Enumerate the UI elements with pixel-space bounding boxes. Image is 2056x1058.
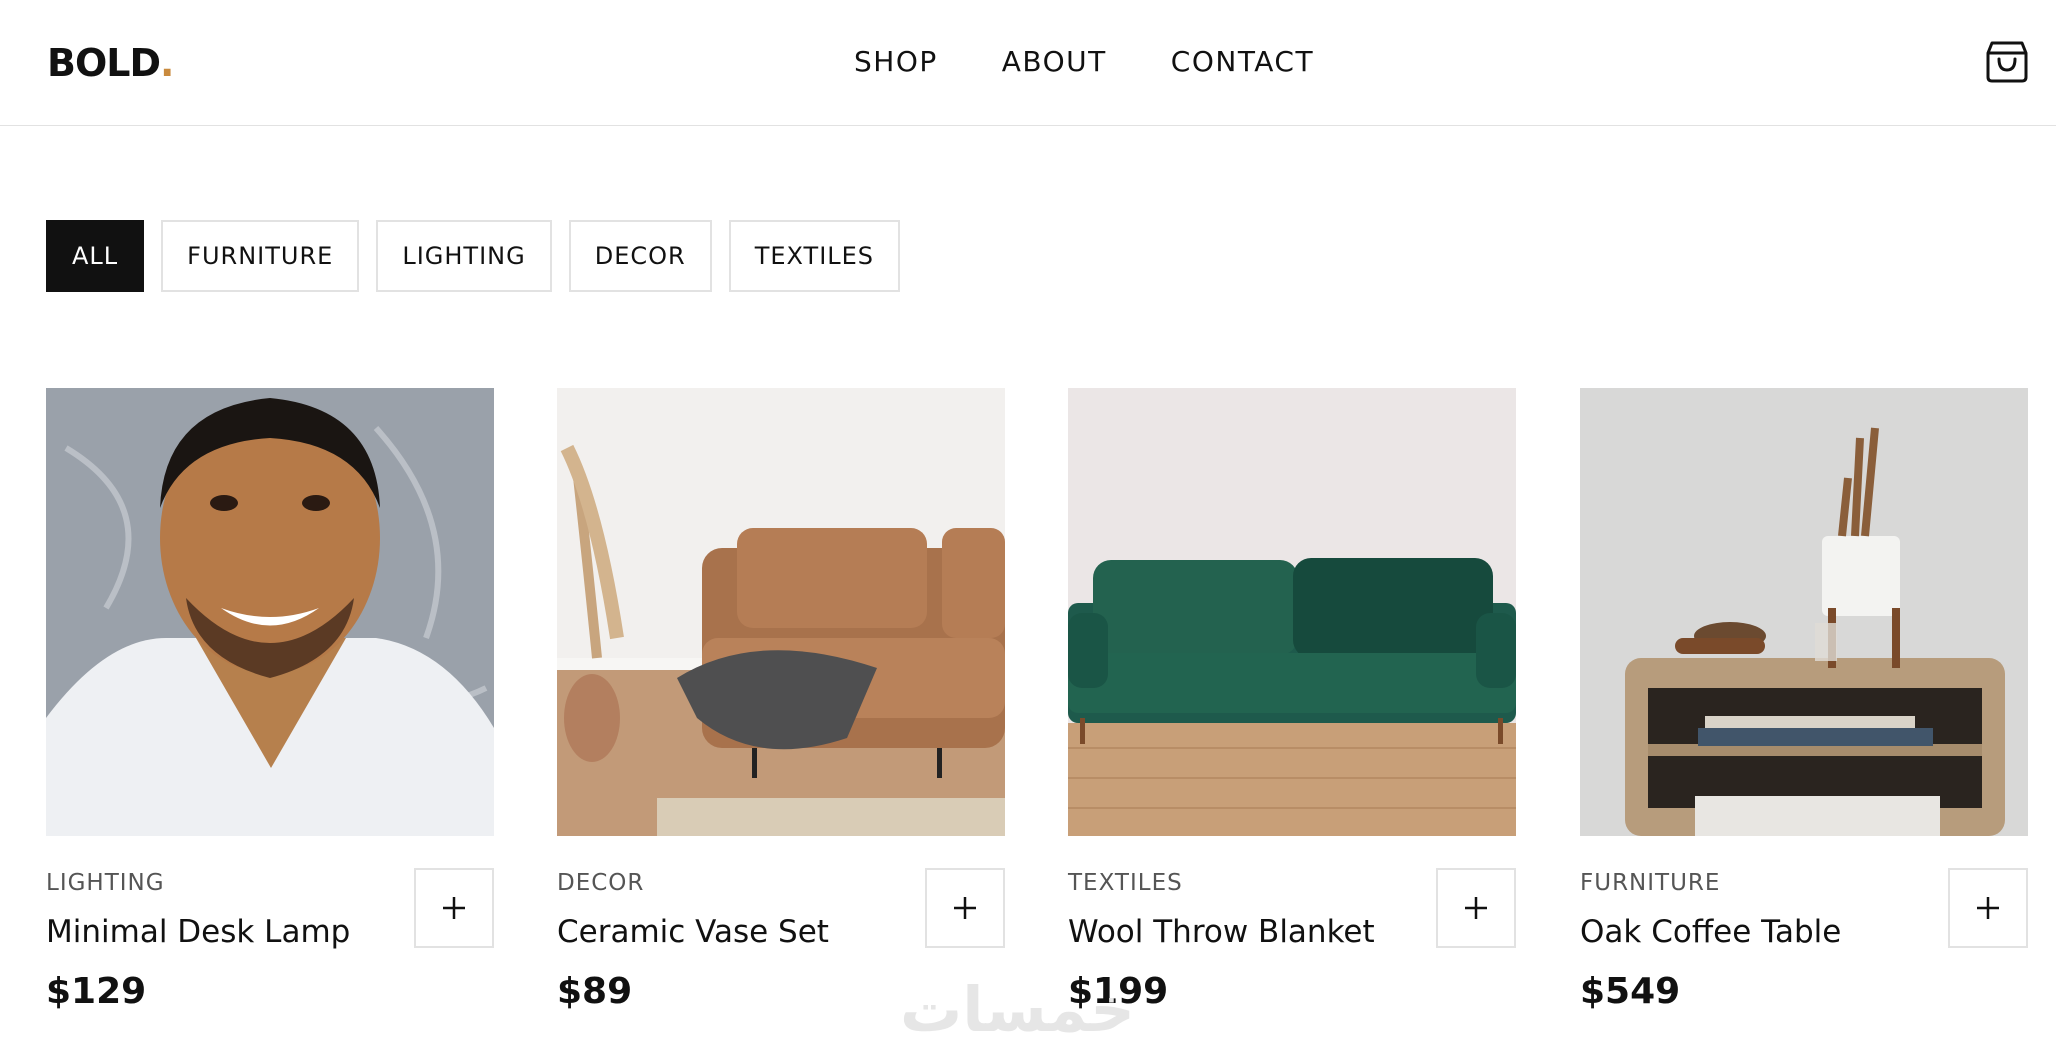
product-name[interactable]: Oak Coffee Table bbox=[1580, 912, 1841, 952]
logo-dot: . bbox=[160, 41, 174, 85]
filter-all[interactable]: ALL bbox=[46, 220, 145, 292]
filter-textiles[interactable]: TEXTILES bbox=[728, 220, 901, 292]
category-filters: ALL FURNITURE LIGHTING DECOR TEXTILES bbox=[46, 220, 901, 292]
product-price: $129 bbox=[46, 971, 147, 1012]
plus-icon bbox=[954, 897, 976, 919]
add-to-cart-button[interactable] bbox=[925, 868, 1005, 948]
product-price: $549 bbox=[1580, 971, 1681, 1012]
plus-icon bbox=[1977, 897, 1999, 919]
product-card[interactable]: FURNITURE Oak Coffee Table $549 bbox=[1580, 388, 2028, 1012]
product-price: $89 bbox=[557, 971, 633, 1012]
product-card[interactable]: LIGHTING Minimal Desk Lamp $129 bbox=[46, 388, 494, 1012]
add-to-cart-button[interactable] bbox=[414, 868, 494, 948]
main-nav: SHOP ABOUT CONTACT bbox=[854, 42, 1314, 82]
product-category: FURNITURE bbox=[1580, 870, 1721, 896]
wooden-side-table-photo bbox=[1580, 388, 2028, 836]
green-sofa-photo bbox=[1068, 388, 1516, 836]
add-to-cart-button[interactable] bbox=[1436, 868, 1516, 948]
add-to-cart-button[interactable] bbox=[1948, 868, 2028, 948]
product-name[interactable]: Ceramic Vase Set bbox=[557, 912, 829, 952]
product-image[interactable] bbox=[557, 388, 1005, 836]
plus-icon bbox=[443, 897, 465, 919]
product-category: DECOR bbox=[557, 870, 645, 896]
filter-lighting[interactable]: LIGHTING bbox=[376, 220, 552, 292]
site-header: BOLD. SHOP ABOUT CONTACT bbox=[0, 0, 2056, 126]
portrait-photo bbox=[46, 388, 494, 836]
logo[interactable]: BOLD. bbox=[47, 40, 175, 86]
product-card[interactable]: TEXTILES Wool Throw Blanket $199 bbox=[1068, 388, 1516, 1012]
product-name[interactable]: Wool Throw Blanket bbox=[1068, 912, 1375, 952]
cart-button[interactable] bbox=[1986, 39, 2028, 83]
product-name[interactable]: Minimal Desk Lamp bbox=[46, 912, 350, 952]
filter-furniture[interactable]: FURNITURE bbox=[161, 220, 360, 292]
tan-sofa-photo bbox=[557, 388, 1005, 836]
product-category: TEXTILES bbox=[1068, 870, 1183, 896]
nav-about[interactable]: ABOUT bbox=[1002, 42, 1107, 82]
logo-text: BOLD bbox=[47, 41, 161, 85]
filter-decor[interactable]: DECOR bbox=[568, 220, 712, 292]
product-image[interactable] bbox=[1068, 388, 1516, 836]
shopping-bag-icon bbox=[1986, 41, 2028, 83]
watermark: خمسات bbox=[900, 973, 1135, 1046]
plus-icon bbox=[1465, 897, 1487, 919]
product-card[interactable]: DECOR Ceramic Vase Set $89 bbox=[557, 388, 1005, 1012]
nav-contact[interactable]: CONTACT bbox=[1171, 42, 1314, 82]
product-image[interactable] bbox=[1580, 388, 2028, 836]
product-image[interactable] bbox=[46, 388, 494, 836]
product-category: LIGHTING bbox=[46, 870, 165, 896]
nav-shop[interactable]: SHOP bbox=[854, 42, 938, 82]
